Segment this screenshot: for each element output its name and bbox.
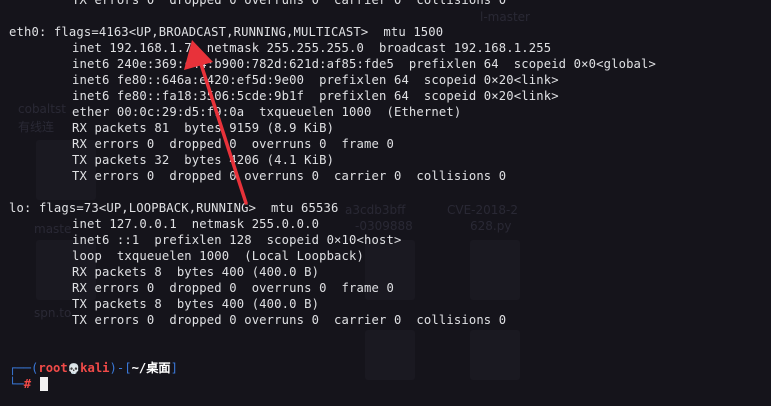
eth0-inet6-line: inet6 fe80::646a:e420:ef5d:9e00 prefixle… <box>72 73 559 87</box>
lo-tx-errors-line: TX errors 0 dropped 0 overruns 0 carrier… <box>72 313 507 327</box>
lo-loop-line: loop txqueuelen 1000 (Local Loopback) <box>72 249 365 263</box>
eth0-tx-errors-line: TX errors 0 dropped 0 overruns 0 carrier… <box>72 169 507 183</box>
eth0-inet-line: inet 192.168.1.7 netmask 255.255.255.0 b… <box>72 41 552 55</box>
lo-inet-line: inet 127.0.0.1 netmask 255.0.0.0 <box>72 217 320 231</box>
prompt-symbol: # <box>23 377 32 391</box>
prompt-corner-bottom: └─ <box>9 377 24 391</box>
eth0-rx-errors-line: RX errors 0 dropped 0 overruns 0 frame 0 <box>72 137 394 151</box>
terminal-window[interactable]: TX errors 0 dropped 0 overruns 0 carrier… <box>0 0 771 406</box>
lo-tx-packets-line: TX packets 8 bytes 400 (400.0 B) <box>72 297 320 311</box>
prompt-corner-top: ┌──( <box>9 361 39 375</box>
prompt-close-paren: ) <box>109 361 117 375</box>
prompt-user: root <box>38 361 68 375</box>
eth0-header: eth0: flags=4163<UP,BROADCAST,RUNNING,MU… <box>9 25 444 39</box>
prompt-bracket-open: -[ <box>116 361 132 375</box>
eth0-inet6-line: inet6 fe80::fa18:3506:5cde:9b1f prefixle… <box>72 89 559 103</box>
prompt-path: ~/桌面 <box>131 361 171 375</box>
lo-inet6-line: inet6 ::1 prefixlen 128 scopeid 0×10<hos… <box>72 233 402 247</box>
lo-rx-packets-line: RX packets 8 bytes 400 (400.0 B) <box>72 265 320 279</box>
skull-icon: 💀 <box>67 364 81 375</box>
eth0-tx-packets-line: TX packets 32 bytes 4206 (4.1 KiB) <box>72 153 335 167</box>
prompt-host: kali <box>80 361 110 375</box>
eth0-rx-packets-line: RX packets 81 bytes 9159 (8.9 KiB) <box>72 121 335 135</box>
lo-header: lo: flags=73<UP,LOOPBACK,RUNNING> mtu 65… <box>9 201 339 215</box>
eth0-ether-line: ether 00:0c:29:d5:f9:0a txqueuelen 1000 … <box>72 105 462 119</box>
eth0-inet6-line: inet6 240e:369:c44:b900:782d:621d:af85:f… <box>72 57 657 71</box>
shell-prompt-line2: └─# <box>9 376 31 392</box>
terminal-output-line: TX errors 0 dropped 0 overruns 0 carrier… <box>72 0 507 7</box>
shell-prompt: ┌──(root💀kali)-[~/桌面] <box>9 360 178 376</box>
lo-rx-errors-line: RX errors 0 dropped 0 overruns 0 frame 0 <box>72 281 394 295</box>
terminal-cursor[interactable] <box>40 377 48 391</box>
prompt-bracket-close: ] <box>170 361 178 375</box>
